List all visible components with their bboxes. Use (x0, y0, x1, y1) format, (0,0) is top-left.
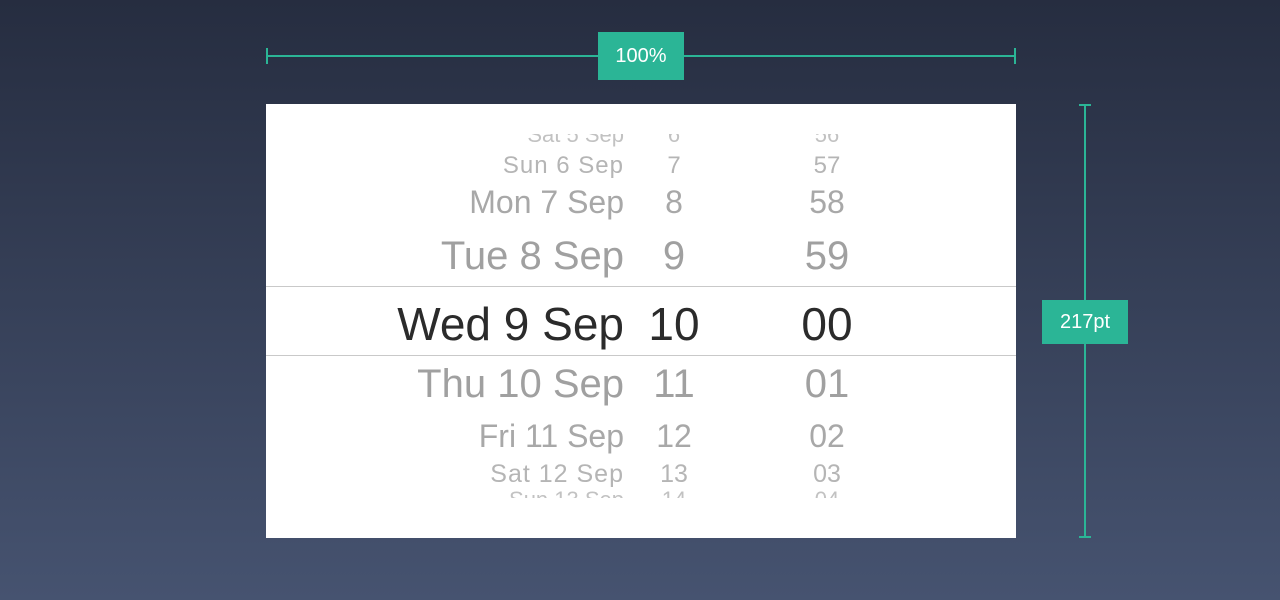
picker-minute-cell[interactable]: 56 (815, 134, 839, 148)
picker-hour-cell[interactable]: 8 (665, 184, 683, 221)
height-dimension-annotation: 217pt (1042, 104, 1128, 538)
date-time-picker[interactable]: Sat 5 Sep 6 56 Sun 6 Sep 7 57 Mon 7 Sep … (266, 104, 1016, 538)
width-dimension-annotation: 100% (266, 32, 1016, 80)
picker-hour-cell[interactable]: 11 (653, 362, 695, 407)
height-dimension-cap-top (1079, 104, 1091, 106)
picker-hour-cell[interactable]: 9 (663, 234, 685, 279)
height-dimension-cap-bottom (1079, 536, 1091, 538)
width-dimension-cap-right (1014, 48, 1016, 64)
selection-indicator-top (266, 286, 1016, 287)
picker-date-cell[interactable]: Fri 11 Sep (479, 418, 624, 455)
picker-date-cell[interactable]: Thu 10 Sep (417, 362, 624, 407)
picker-minute-cell[interactable]: 58 (809, 184, 845, 221)
picker-hour-cell[interactable]: 13 (660, 460, 688, 489)
picker-minute-cell[interactable]: 57 (814, 152, 841, 180)
width-dimension-cap-left (266, 48, 268, 64)
picker-minute-cell[interactable]: 03 (813, 460, 841, 489)
picker-row[interactable]: Sat 5 Sep 6 56 (266, 134, 1016, 148)
picker-date-cell[interactable]: Tue 8 Sep (441, 234, 624, 279)
selection-indicator-bottom (266, 355, 1016, 356)
height-dimension-label: 217pt (1042, 300, 1128, 344)
picker-hour-cell[interactable]: 6 (668, 134, 680, 148)
picker-minute-cell[interactable]: 02 (809, 418, 845, 455)
picker-minute-selected[interactable]: 00 (801, 297, 852, 351)
picker-minute-cell[interactable]: 01 (805, 362, 850, 407)
picker-date-cell[interactable]: Mon 7 Sep (469, 184, 624, 221)
picker-hour-selected[interactable]: 10 (648, 297, 699, 351)
picker-hour-cell[interactable]: 12 (656, 418, 692, 455)
picker-hour-cell[interactable]: 7 (667, 152, 680, 180)
picker-date-cell[interactable]: Sat 5 Sep (527, 134, 624, 148)
picker-date-cell[interactable]: Sun 13 Sep (509, 487, 624, 498)
picker-date-selected[interactable]: Wed 9 Sep (397, 297, 624, 351)
picker-date-cell[interactable]: Sun 6 Sep (503, 152, 624, 180)
picker-minute-cell[interactable]: 59 (805, 234, 850, 279)
picker-minute-cell[interactable]: 04 (815, 487, 839, 498)
width-dimension-label: 100% (598, 32, 684, 80)
picker-row[interactable]: Sun 13 Sep 14 04 (266, 487, 1016, 498)
picker-hour-cell[interactable]: 14 (662, 487, 686, 498)
picker-date-cell[interactable]: Sat 12 Sep (490, 460, 624, 489)
